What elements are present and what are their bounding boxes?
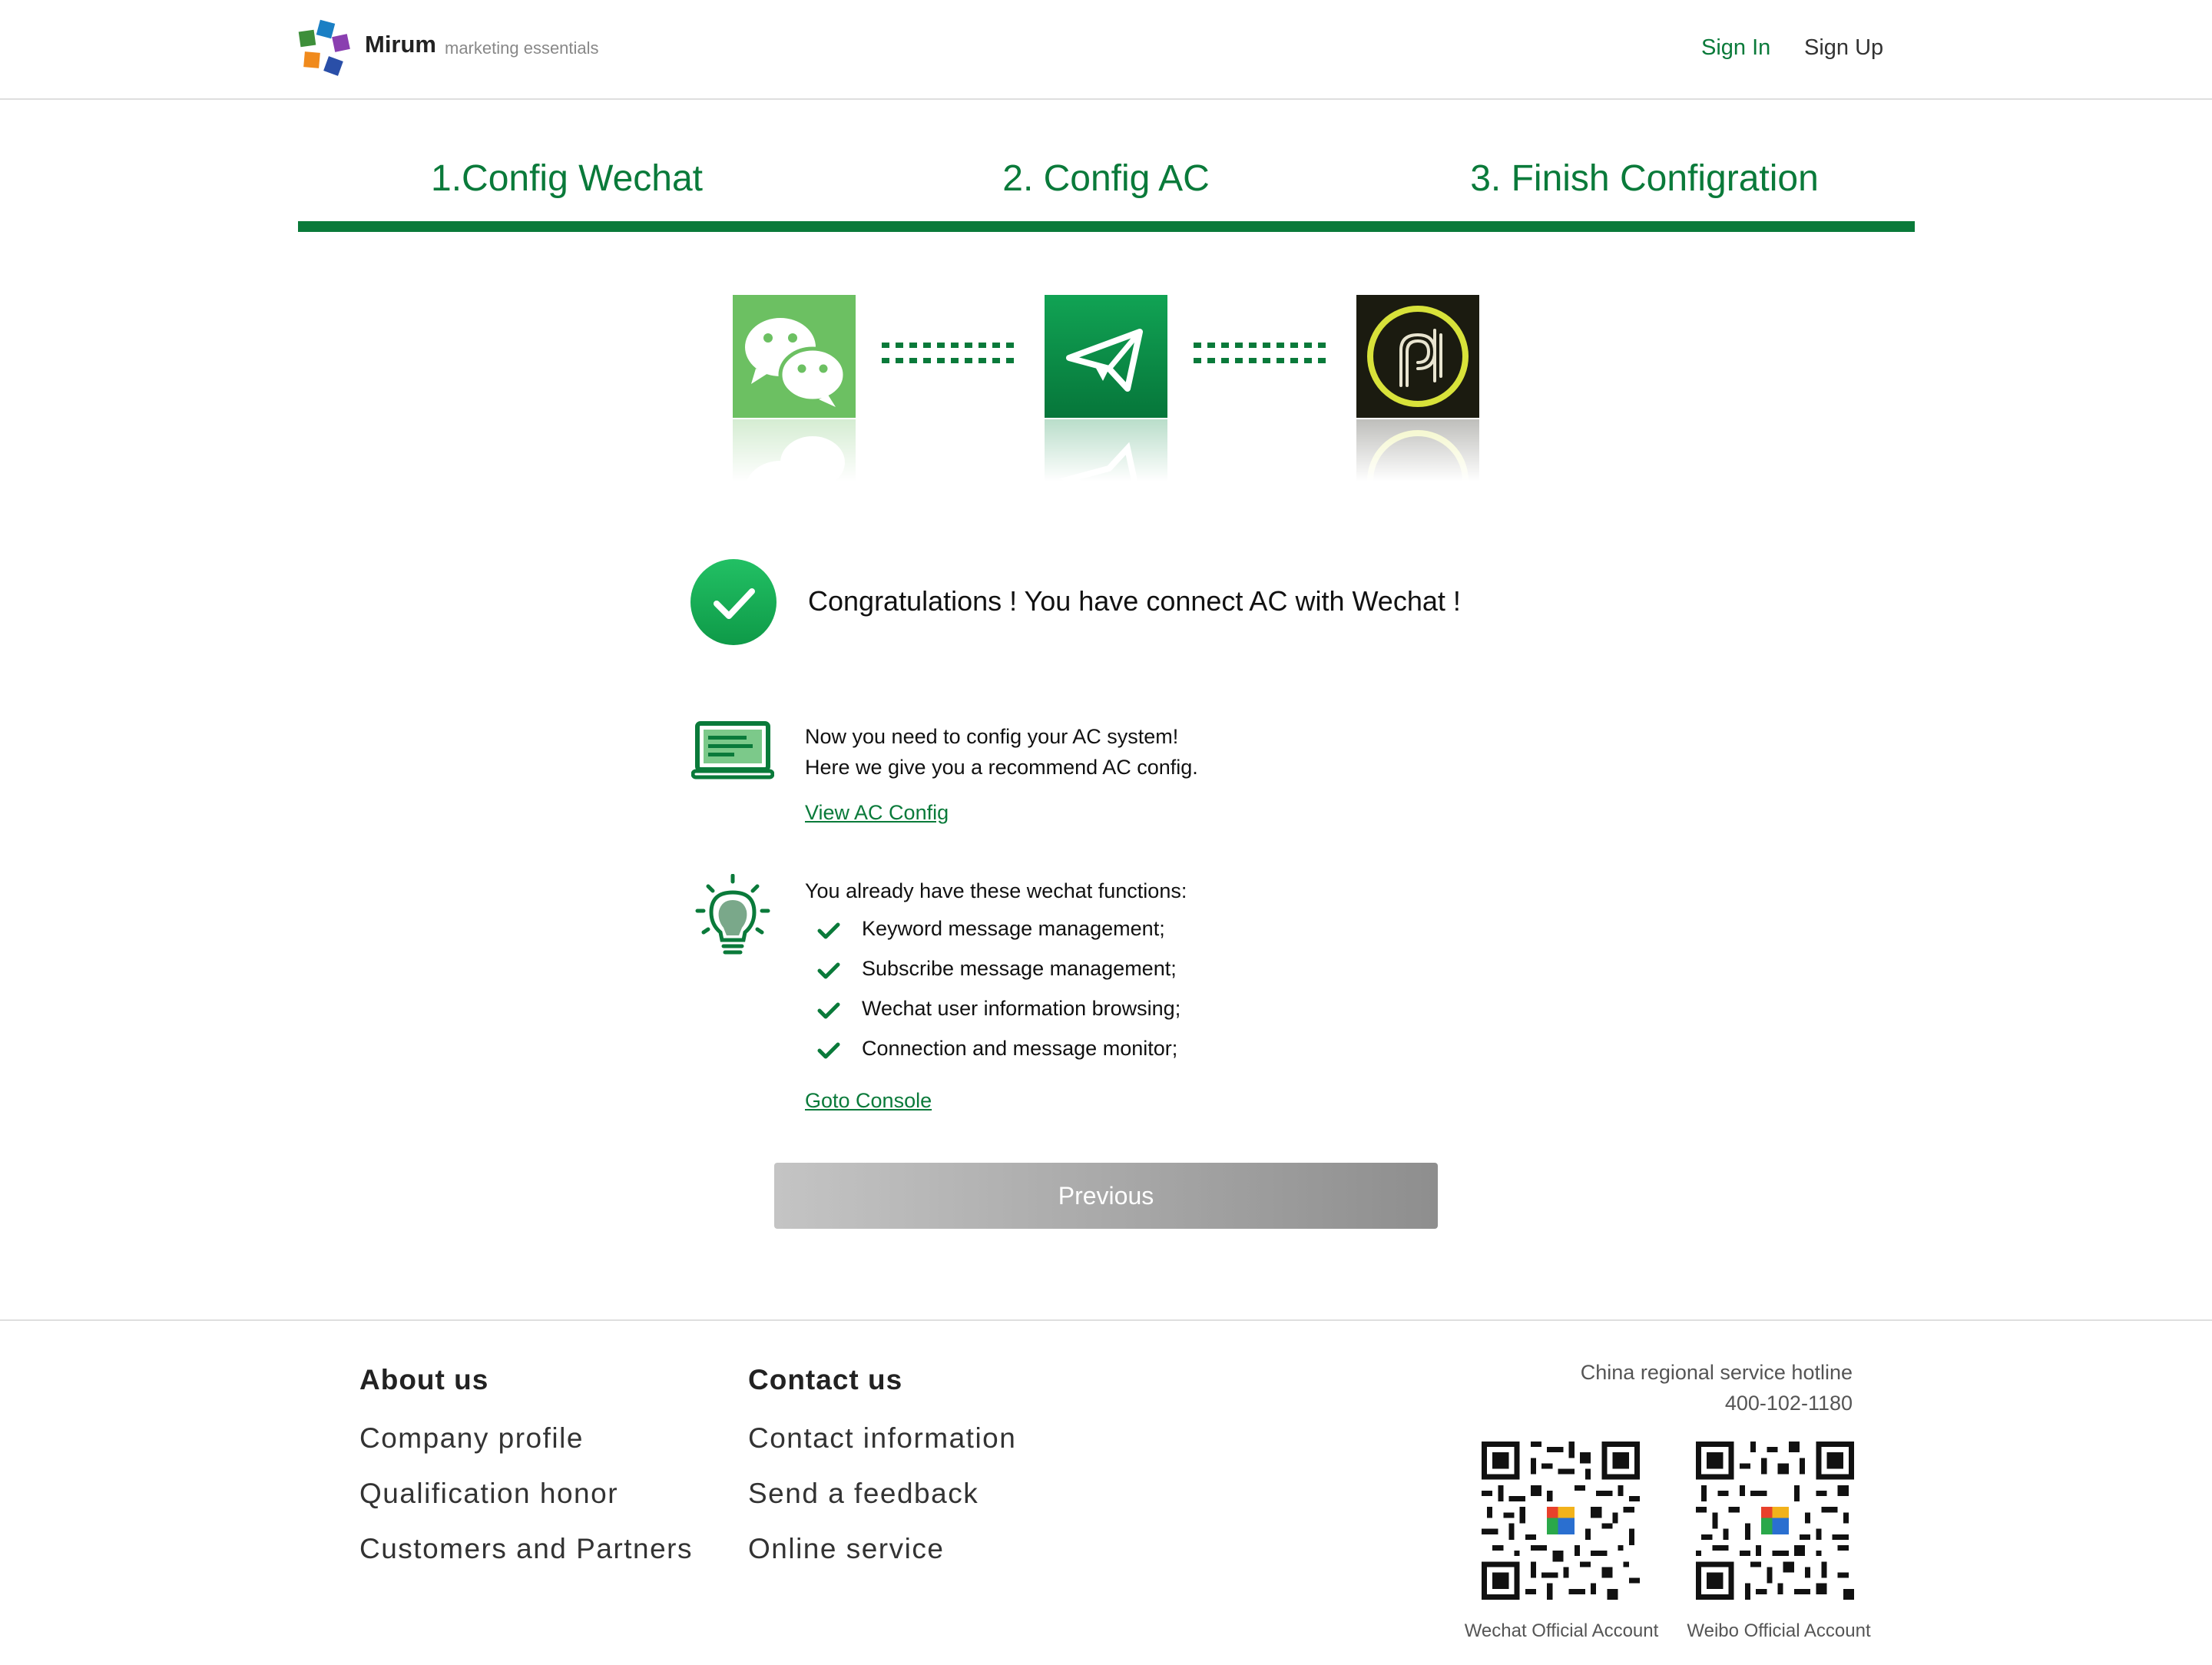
wechat-qr-code-icon xyxy=(1482,1442,1640,1600)
function-item-label: Connection and message monitor; xyxy=(862,1037,1178,1060)
top-header: Mirum marketing essentials Sign In Sign … xyxy=(0,0,2212,100)
weibo-qr-code-icon xyxy=(1696,1442,1854,1600)
sign-up-link[interactable]: Sign Up xyxy=(1804,35,1883,61)
ac-logo-icon-reflection xyxy=(1356,419,1479,481)
checkmark-icon xyxy=(817,962,840,979)
ac-logo-app-icon xyxy=(1356,295,1479,418)
company-profile-link[interactable]: Company profile xyxy=(359,1422,584,1455)
customers-partners-link[interactable]: Customers and Partners xyxy=(359,1533,693,1565)
step-1-config-wechat: 1.Config Wechat xyxy=(431,158,703,199)
lightbulb-icon xyxy=(695,874,770,955)
about-us-heading: About us xyxy=(359,1364,489,1395)
online-service-link[interactable]: Online service xyxy=(748,1533,944,1565)
connector-dots-2 xyxy=(1194,343,1326,363)
footer-divider xyxy=(0,1319,2212,1321)
paper-plane-app-icon xyxy=(1045,295,1167,418)
brand-name: Mirum xyxy=(365,31,436,58)
wechat-qr-caption: Wechat Official Account xyxy=(1464,1620,1659,1641)
weibo-qr-caption: Weibo Official Account xyxy=(1687,1620,1871,1641)
functions-intro: You already have these wechat functions: xyxy=(805,879,1187,902)
paper-plane-icon-reflection xyxy=(1045,419,1167,481)
success-check-icon xyxy=(690,559,777,645)
step-3-finish: 3. Finish Configration xyxy=(1470,158,1819,199)
congratulations-message: Congratulations ! You have connect AC wi… xyxy=(808,585,1461,617)
previous-button[interactable]: Previous xyxy=(774,1163,1438,1229)
qualification-honor-link[interactable]: Qualification honor xyxy=(359,1478,618,1510)
view-ac-config-link[interactable]: View AC Config xyxy=(805,801,949,825)
goto-console-link[interactable]: Goto Console xyxy=(805,1089,932,1113)
wechat-icon-reflection xyxy=(733,419,856,481)
laptop-icon xyxy=(691,721,774,780)
checkmark-icon xyxy=(817,1042,840,1059)
step-2-config-ac: 2. Config AC xyxy=(1002,158,1210,199)
send-feedback-link[interactable]: Send a feedback xyxy=(748,1478,979,1510)
function-item-label: Subscribe message management; xyxy=(862,957,1177,980)
function-item-label: Wechat user information browsing; xyxy=(862,997,1181,1020)
sign-in-link[interactable]: Sign In xyxy=(1701,35,1770,61)
function-item-label: Keyword message management; xyxy=(862,917,1165,940)
contact-us-heading: Contact us xyxy=(748,1364,903,1395)
checkmark-icon xyxy=(817,1002,840,1019)
ac-config-recommend-note: Here we give you a recommend AC config. xyxy=(805,756,1198,779)
ac-config-instruction: Now you need to config your AC system! xyxy=(805,725,1179,748)
brand-tagline: marketing essentials xyxy=(445,38,599,58)
hotline-label: China regional service hotline xyxy=(1580,1361,1853,1384)
step-progress-bar xyxy=(298,221,1915,232)
checkmark-icon xyxy=(817,922,840,939)
contact-information-link[interactable]: Contact information xyxy=(748,1422,1016,1455)
hotline-number: 400-102-1180 xyxy=(1724,1392,1853,1415)
connector-dots-1 xyxy=(882,343,1014,363)
mirum-logo-icon[interactable] xyxy=(298,18,353,80)
wechat-app-icon xyxy=(733,295,856,418)
